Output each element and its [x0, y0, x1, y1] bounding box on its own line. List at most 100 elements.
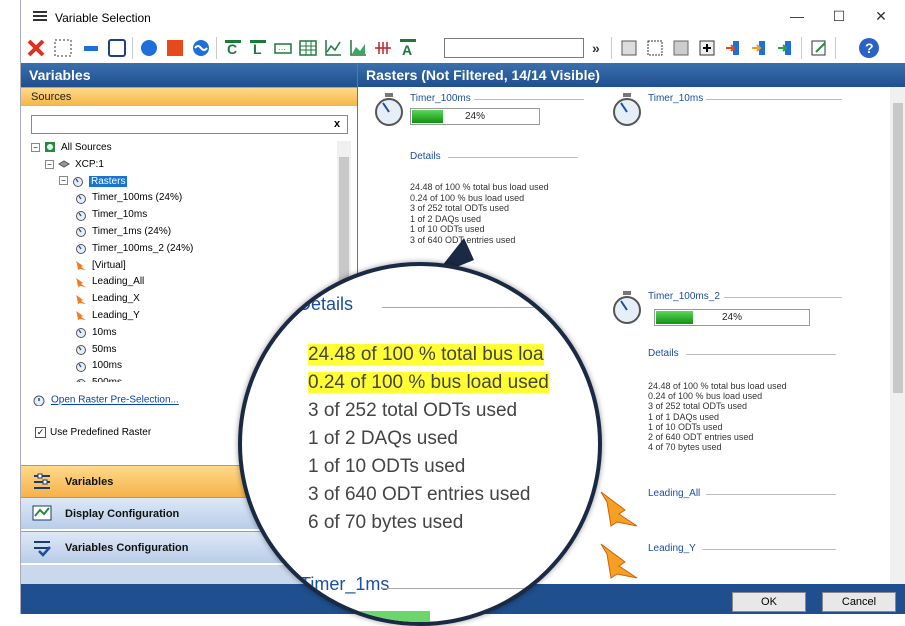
raster-timer-100ms-2[interactable]: Timer_100ms_2 24%	[612, 291, 842, 331]
magnified-details-line: 1 of 10 ODTs used	[308, 456, 465, 478]
tree-item[interactable]: Leading_X	[75, 290, 140, 307]
magnified-details-line: 6 of 70 bytes used	[308, 512, 463, 534]
raster-name: Timer_100ms	[410, 93, 471, 104]
minimize-button[interactable]: —	[789, 8, 805, 24]
tree-expander-icon[interactable]: −	[31, 142, 40, 152]
variables-config-icon	[34, 541, 51, 557]
clear-search-button[interactable]: x	[329, 117, 345, 132]
wave-icon[interactable]	[189, 36, 213, 60]
tree-item[interactable]: − All Sources	[31, 139, 112, 156]
flame-icon	[76, 294, 86, 304]
tree-expander-icon[interactable]: −	[59, 176, 68, 186]
tree-item-label: 100ms	[92, 360, 123, 372]
tree-item-label: Timer_1ms (24%)	[92, 226, 172, 237]
source-search-input[interactable]: x	[31, 115, 348, 134]
stopwatch-icon	[73, 176, 83, 187]
raster-timer-100ms[interactable]: Timer_100ms 24%	[374, 93, 584, 133]
details-label: Details	[410, 151, 441, 162]
text-left-icon[interactable]: L	[246, 36, 270, 60]
magnified-details-text: 24.48 of 100 % total bus loa	[308, 344, 544, 365]
svg-text:L: L	[253, 41, 262, 57]
raster-name: Leading_Y	[648, 543, 696, 554]
details-line: 1 of 2 DAQs used	[410, 213, 482, 224]
tree-item[interactable]: Timer_10ms	[75, 206, 147, 223]
import-icon[interactable]	[721, 36, 745, 60]
grid-icon[interactable]	[296, 36, 320, 60]
tree-item[interactable]: − XCP:1	[45, 156, 104, 173]
tree-item-label: Leading_X	[92, 293, 140, 305]
rectangle-icon[interactable]	[105, 36, 129, 60]
details-label: Details	[648, 348, 679, 359]
magnified-details-text: 3 of 252 total ODTs used	[308, 400, 518, 421]
bars-icon[interactable]	[371, 36, 395, 60]
tree-item[interactable]: 50ms	[75, 341, 116, 358]
use-predefined-raster-checkbox[interactable]: ✓ Use Predefined Raster	[35, 427, 151, 438]
tree-item-label: Leading_Y	[92, 310, 140, 321]
toolbar-overflow-icon[interactable]: »	[592, 40, 600, 56]
magnified-details-text: 6 of 70 bytes used	[308, 512, 464, 533]
tree-item[interactable]: Timer_1ms (24%)	[75, 223, 171, 240]
tree-item[interactable]: Timer_100ms_2 (24%)	[75, 240, 193, 257]
tree-item-label: [Virtual]	[92, 259, 126, 271]
database-icon	[45, 142, 55, 153]
close-button[interactable]: ✕	[873, 8, 889, 24]
raster-timer-10ms[interactable]: Timer_10ms	[612, 93, 842, 133]
line-chart-icon[interactable]	[321, 36, 345, 60]
flame-icon	[76, 277, 86, 287]
magnifier-lens: Details 24.48 of 100 % total bus loa 0.24…	[238, 262, 602, 626]
maximize-button[interactable]: ☐	[831, 8, 847, 24]
add-icon[interactable]	[695, 36, 719, 60]
toolbar-search-input[interactable]	[444, 38, 584, 58]
magnified-details-text: 0.24 of 100 % bus load used	[308, 372, 549, 393]
magnified-details-line: 1 of 2 DAQs used	[308, 428, 458, 450]
help-icon[interactable]: ?	[857, 36, 881, 60]
load-percent: 24%	[464, 111, 485, 122]
magnified-details-line: 3 of 252 total ODTs used	[308, 400, 517, 422]
ok-button[interactable]: OK	[732, 592, 806, 612]
tree-item[interactable]: 10ms	[75, 324, 116, 341]
tree-item[interactable]: Leading_All	[75, 273, 144, 290]
circle-icon[interactable]	[137, 36, 161, 60]
open-raster-preselection-link[interactable]: Open Raster Pre-Selection...	[33, 394, 179, 406]
import-orange-icon[interactable]	[747, 36, 771, 60]
tree-item-label: XCP:1	[75, 158, 104, 170]
bracket-icon[interactable]: ···	[271, 36, 295, 60]
tree-item[interactable]: [Virtual]	[75, 257, 126, 274]
tree-item[interactable]: Leading_Y	[75, 307, 140, 324]
import-green-icon[interactable]	[773, 36, 797, 60]
line-icon[interactable]	[79, 36, 103, 60]
cancel-button[interactable]: Cancel	[822, 592, 896, 612]
open-raster-preselection-label: Open Raster Pre-Selection...	[51, 394, 179, 406]
page-dotted-icon[interactable]	[643, 36, 667, 60]
stopwatch-icon	[76, 378, 86, 382]
tree-item[interactable]: − Rasters	[59, 173, 128, 190]
tree-item-label: All Sources	[61, 142, 112, 153]
magnified-timer-label: Timer_1ms	[300, 574, 390, 594]
page-gray-icon[interactable]	[669, 36, 693, 60]
details-line: 3 of 252 total ODTs used	[648, 401, 748, 412]
tree-item[interactable]: Timer_100ms (24%)	[75, 189, 182, 206]
magnified-progress-fill	[300, 611, 430, 622]
details-line: 0.24 of 100 % bus load used	[648, 391, 763, 402]
tree-item[interactable]: 100ms	[75, 357, 122, 374]
select-dotted-icon[interactable]	[51, 36, 75, 60]
window-title: Variable Selection	[55, 11, 151, 25]
display-config-icon	[32, 505, 52, 521]
tree-expander-icon[interactable]: −	[45, 159, 54, 169]
rasters-scrollbar[interactable]	[890, 87, 905, 584]
stopwatch-icon	[375, 93, 403, 126]
text-top-icon[interactable]: C	[221, 36, 245, 60]
checkbox-box[interactable]: ✓	[35, 427, 46, 438]
tree-item-label: Timer_100ms (24%)	[92, 192, 183, 204]
title-bar: Variable Selection — ☐ ✕	[21, 0, 905, 33]
nav-variables-label: Variables	[65, 476, 114, 488]
nav-display-configuration-label: Display Configuration	[65, 508, 180, 520]
area-chart-icon[interactable]	[346, 36, 370, 60]
text-annotation-icon[interactable]: A	[396, 36, 420, 60]
edit-icon[interactable]	[807, 36, 831, 60]
page-icon[interactable]	[617, 36, 641, 60]
delete-icon[interactable]	[24, 36, 48, 60]
tree-item[interactable]: 500ms	[75, 374, 122, 382]
square-red-icon[interactable]	[163, 36, 187, 60]
window-list-icon	[33, 11, 47, 21]
